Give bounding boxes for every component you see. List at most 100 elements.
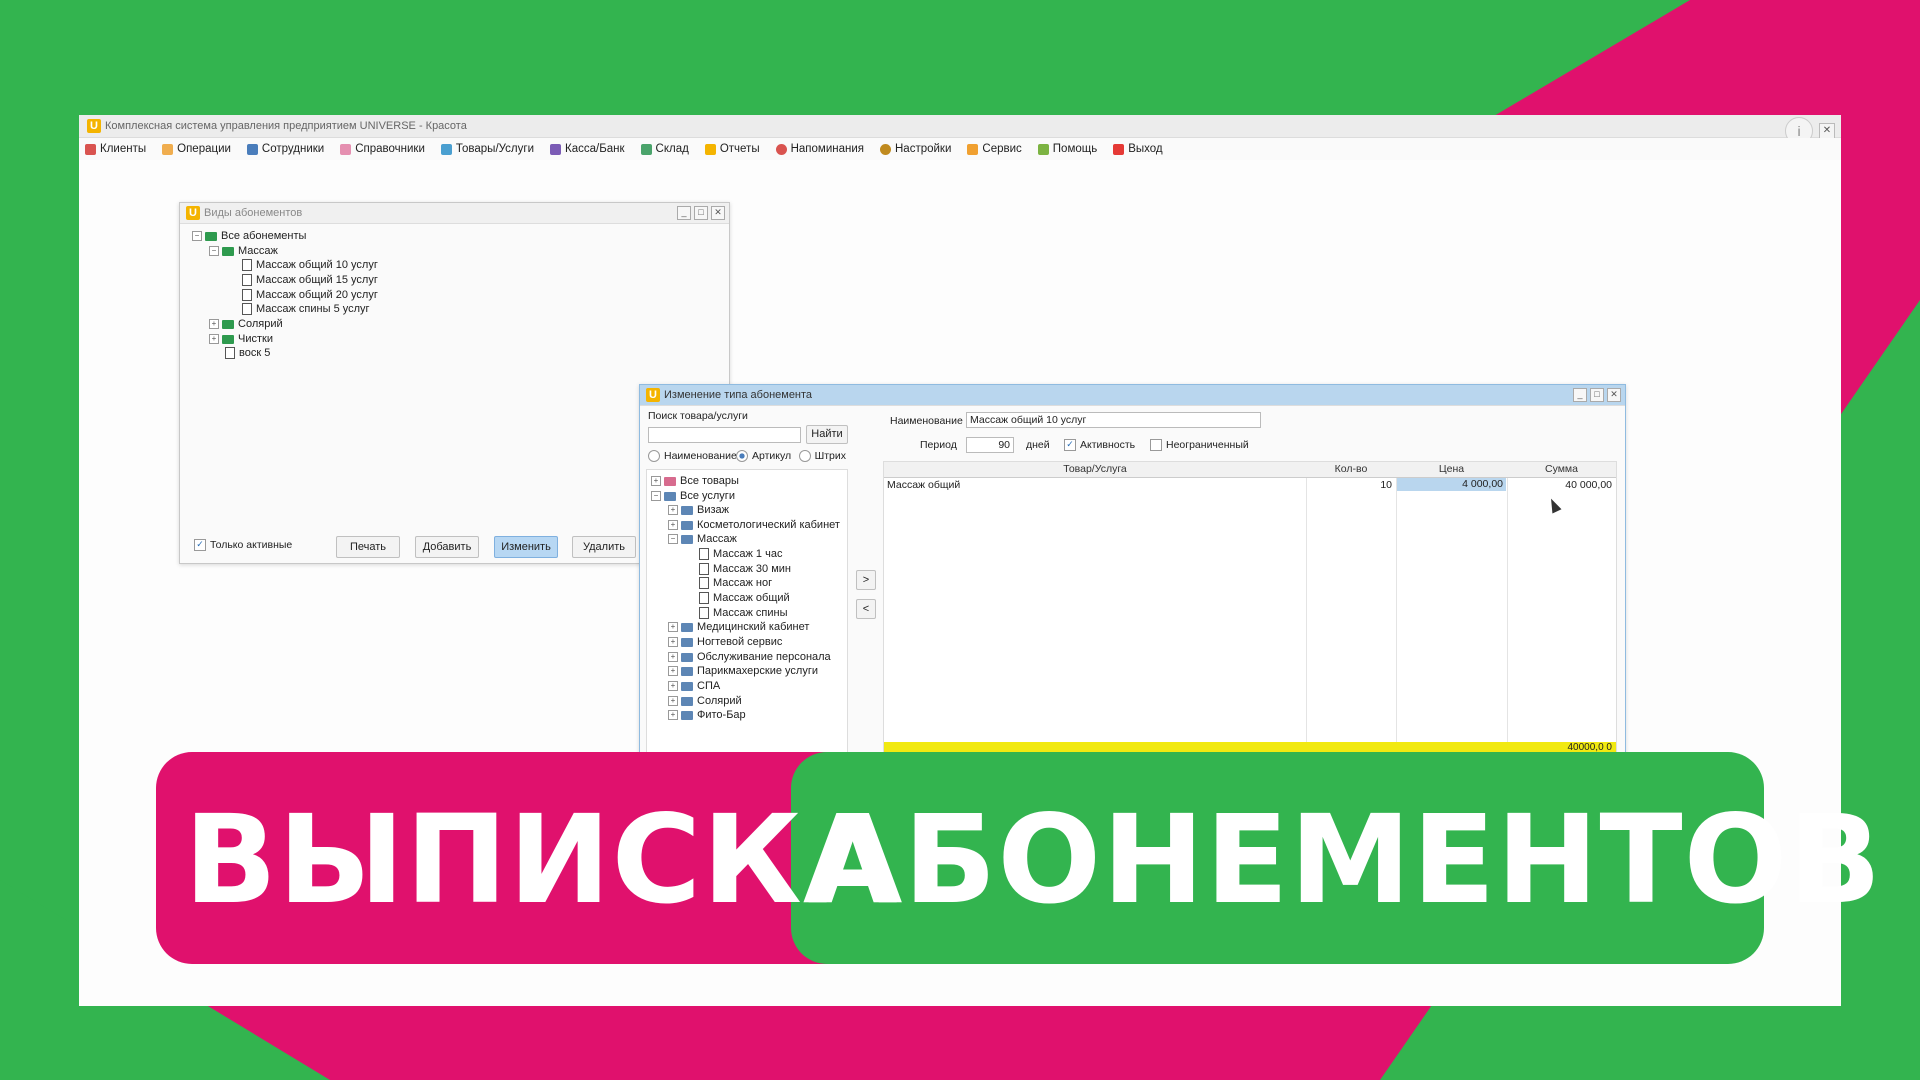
table-row[interactable]: Массаж общий 10 4 000,00 40 000,00 — [884, 462, 1616, 494]
expand-icon[interactable]: + — [668, 666, 678, 676]
folder-icon — [681, 534, 693, 544]
menu-directories[interactable]: Справочники — [340, 143, 425, 155]
banner-left-word: ВЫПИСКА — [184, 789, 899, 931]
tree-node[interactable]: Массаж общий 10 услуг — [242, 258, 378, 272]
search-label: Поиск товара/услуги — [648, 410, 748, 422]
radio-icon[interactable] — [736, 450, 748, 462]
tree-node[interactable]: − Массаж — [209, 244, 278, 258]
expand-icon[interactable]: + — [668, 505, 678, 515]
collapse-icon[interactable]: − — [192, 231, 202, 241]
expand-icon[interactable]: + — [668, 520, 678, 530]
tree-node[interactable]: − Массаж — [668, 532, 737, 546]
close-button[interactable]: ✕ — [1607, 388, 1621, 402]
menu-settings[interactable]: Настройки — [880, 143, 951, 155]
expand-icon[interactable]: + — [209, 319, 219, 329]
add-button[interactable]: Добавить — [415, 536, 479, 558]
menu-operations[interactable]: Операции — [162, 143, 231, 155]
menu-cash[interactable]: Касса/Банк — [550, 143, 625, 155]
radio-barcode[interactable]: Штрих — [799, 450, 846, 462]
tree-node[interactable]: − Все абонементы — [192, 229, 306, 243]
delete-button[interactable]: Удалить — [572, 536, 636, 558]
tree-node[interactable]: Массаж общий 15 услуг — [242, 273, 378, 287]
period-input[interactable]: 90 — [966, 437, 1014, 453]
menu-help[interactable]: Помощь — [1037, 143, 1097, 155]
maximize-button[interactable]: □ — [694, 206, 708, 220]
tree-node[interactable]: Массаж спины — [699, 606, 788, 620]
tree-node[interactable]: + Косметологический кабинет — [668, 518, 840, 532]
print-button[interactable]: Печать — [336, 536, 400, 558]
expand-icon[interactable]: + — [668, 637, 678, 647]
tree-node[interactable]: Массаж 1 час — [699, 547, 782, 561]
app-close-button[interactable]: ✕ — [1819, 123, 1835, 139]
menu-staff[interactable]: Сотрудники — [246, 143, 324, 155]
cell-sum: 40 000,00 — [1565, 479, 1612, 491]
expand-icon[interactable]: + — [668, 652, 678, 662]
menu-clients[interactable]: Клиенты — [85, 143, 146, 155]
menu-goods[interactable]: Товары/Услуги — [440, 143, 534, 155]
collapse-icon[interactable]: − — [209, 246, 219, 256]
tree-node[interactable]: Массаж ног — [699, 576, 772, 590]
tree-node[interactable]: + Медицинский кабинет — [668, 620, 809, 634]
move-left-button[interactable]: < — [856, 599, 876, 619]
tree-node[interactable]: + Фито-Бар — [668, 708, 746, 722]
only-active-checkbox[interactable]: ✓ Только активные — [194, 539, 292, 551]
tree-node[interactable]: − Все услуги — [651, 489, 735, 503]
close-button[interactable]: ✕ — [711, 206, 725, 220]
minimize-button[interactable]: _ — [1573, 388, 1587, 402]
tree-node[interactable]: + Чистки — [209, 332, 273, 346]
expand-icon[interactable]: + — [651, 476, 661, 486]
directories-icon — [340, 143, 352, 155]
tree-node[interactable]: + Обслуживание персонала — [668, 650, 831, 664]
tree-node[interactable]: + Солярий — [209, 317, 283, 331]
tree-node[interactable]: Массаж общий 20 услуг — [242, 288, 378, 302]
document-icon — [242, 289, 252, 301]
collapse-icon[interactable]: − — [668, 534, 678, 544]
tree-node[interactable]: + Солярий — [668, 694, 742, 708]
tree-node[interactable]: + СПА — [668, 679, 720, 693]
tree-node[interactable]: + Все товары — [651, 474, 739, 488]
expand-icon[interactable]: + — [668, 681, 678, 691]
tree-node[interactable]: Массаж спины 5 услуг — [242, 302, 370, 316]
folder-icon — [681, 696, 693, 706]
cell-price[interactable]: 4 000,00 — [1397, 478, 1506, 491]
radio-name[interactable]: Наименование — [648, 450, 737, 462]
folder-icon — [222, 319, 234, 329]
expand-icon[interactable]: + — [668, 710, 678, 720]
checkbox-icon[interactable]: ✓ — [1064, 439, 1076, 451]
name-label: Наименование — [890, 415, 963, 427]
menu-exit[interactable]: Выход — [1113, 143, 1163, 155]
minimize-button[interactable]: _ — [677, 206, 691, 220]
radio-article[interactable]: Артикул — [736, 450, 791, 462]
operations-icon — [162, 143, 174, 155]
menu-reports[interactable]: Отчеты — [704, 143, 760, 155]
unlimited-checkbox[interactable]: Неограниченный — [1150, 439, 1249, 451]
find-button[interactable]: Найти — [806, 425, 848, 444]
menu-service[interactable]: Сервис — [967, 143, 1022, 155]
checkbox-icon[interactable]: ✓ — [194, 539, 206, 551]
maximize-button[interactable]: □ — [1590, 388, 1604, 402]
radio-icon[interactable] — [648, 450, 660, 462]
expand-icon[interactable]: + — [668, 622, 678, 632]
expand-icon[interactable]: + — [209, 334, 219, 344]
tree-node[interactable]: воск 5 — [225, 346, 270, 360]
tree-node[interactable]: Массаж общий — [699, 591, 790, 605]
collapse-icon[interactable]: − — [651, 491, 661, 501]
menu-reminders[interactable]: Напоминания — [775, 143, 864, 155]
expand-icon[interactable]: + — [668, 696, 678, 706]
checkbox-icon[interactable] — [1150, 439, 1162, 451]
name-input[interactable]: Массаж общий 10 услуг — [966, 412, 1261, 428]
tree-node[interactable]: + Парикмахерские услуги — [668, 664, 818, 678]
move-right-button[interactable]: > — [856, 570, 876, 590]
tree-node[interactable]: + Ногтевой сервис — [668, 635, 782, 649]
radio-icon[interactable] — [799, 450, 811, 462]
active-checkbox[interactable]: ✓ Активность — [1064, 439, 1135, 451]
tree-node[interactable]: Массаж 30 мин — [699, 562, 791, 576]
days-label: дней — [1026, 439, 1050, 451]
main-menubar: Клиенты Операции Сотрудники Справочники … — [79, 138, 1841, 160]
app-title: Комплексная система управления предприят… — [105, 120, 467, 132]
menu-warehouse[interactable]: Склад — [640, 143, 689, 155]
search-input[interactable] — [648, 427, 801, 443]
tree-node[interactable]: + Визаж — [668, 503, 729, 517]
edit-button[interactable]: Изменить — [494, 536, 558, 558]
folder-icon — [222, 246, 234, 256]
